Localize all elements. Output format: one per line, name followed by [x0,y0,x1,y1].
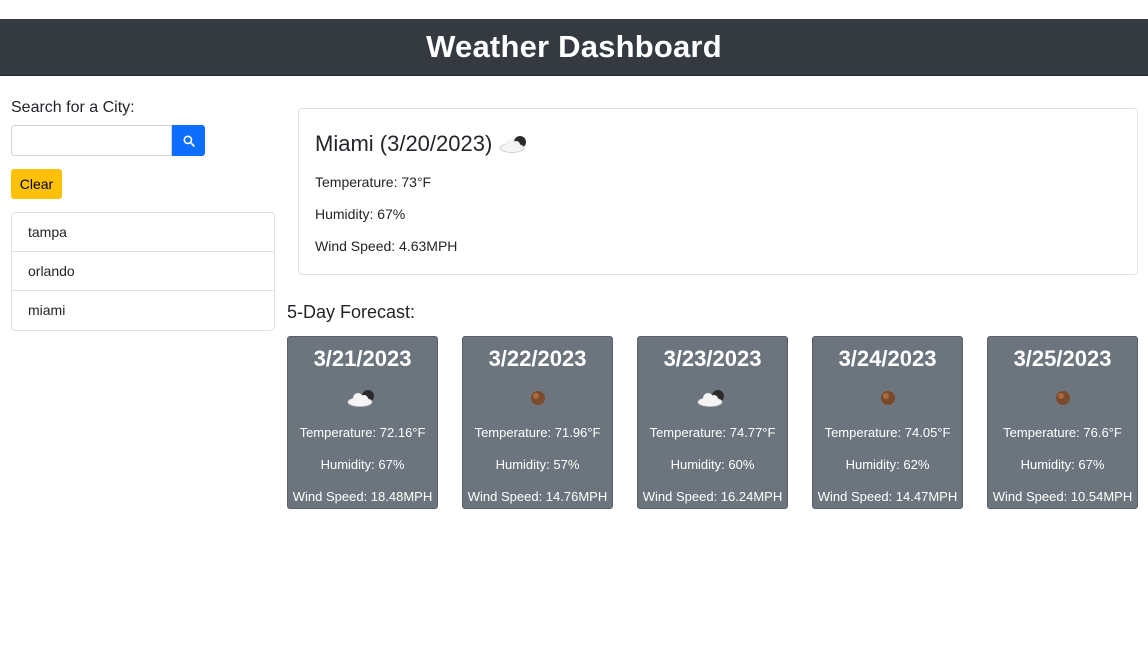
ball-icon [530,391,545,405]
search-button[interactable] [172,125,205,156]
forecast-card: 3/22/2023 Temperature: 71.96°F Humidity:… [462,336,613,509]
forecast-humidity: Humidity: 57% [495,457,580,472]
search-label: Search for a City: [11,99,135,116]
ball-icon [1055,391,1070,405]
forecast-wind-speed: Wind Speed: 14.76MPH [467,489,608,504]
forecast-wind-speed: Wind Speed: 14.47MPH [817,489,958,504]
history-item-orlando[interactable]: orlando [12,252,274,291]
current-weather-card: Miami (3/20/2023) Temperature: 73°F Humi… [298,108,1138,275]
sidebar: Search for a City: Clear tampa orlando m… [11,97,275,331]
history-item-tampa[interactable]: tampa [12,213,274,252]
current-humidity: Humidity: 67% [315,206,406,222]
forecast-date: 3/25/2023 [1013,346,1112,371]
forecast-temperature: Temperature: 74.77°F [649,425,776,440]
forecast-humidity: Humidity: 60% [670,457,755,472]
page-title: Weather Dashboard [426,29,722,64]
forecast-date: 3/23/2023 [663,346,762,371]
clear-button[interactable]: Clear [11,169,62,199]
forecast-humidity: Humidity: 62% [845,457,930,472]
current-city-title: Miami (3/20/2023) [315,131,493,156]
ball-icon [880,391,895,405]
current-temperature: Temperature: 73°F [315,174,432,190]
forecast-temperature: Temperature: 72.16°F [299,425,426,440]
forecast-row: 3/21/2023 Temperature: 72.16°F Humidity:… [287,336,1139,510]
forecast-temperature: Temperature: 76.6°F [1003,425,1122,440]
forecast-heading: 5-Day Forecast: [287,302,416,322]
forecast-card: 3/25/2023 Temperature: 76.6°F Humidity: … [987,336,1138,509]
forecast-humidity: Humidity: 67% [320,457,405,472]
forecast-date: 3/22/2023 [488,346,587,371]
forecast-card: 3/24/2023 Temperature: 74.05°F Humidity:… [812,336,963,509]
cloud-icon [499,136,527,153]
search-row [11,125,275,156]
forecast-card: 3/23/2023 Temperature: 74.77°F Humidity:… [637,336,788,509]
city-search-input[interactable] [11,125,172,156]
current-weather-title-row: Miami (3/20/2023) [315,129,1121,159]
cloud-icon [697,390,724,407]
current-wind-speed: Wind Speed: 4.63MPH [315,238,458,254]
cloud-icon [347,390,374,407]
search-history-list: tampa orlando miami [11,212,275,331]
page-header: Weather Dashboard [0,19,1148,76]
forecast-date: 3/24/2023 [838,346,937,371]
forecast-temperature: Temperature: 74.05°F [824,425,951,440]
forecast-wind-speed: Wind Speed: 18.48MPH [292,489,433,504]
forecast-temperature: Temperature: 71.96°F [474,425,601,440]
forecast-wind-speed: Wind Speed: 16.24MPH [642,489,783,504]
history-item-miami[interactable]: miami [12,291,274,330]
forecast-wind-speed: Wind Speed: 10.54MPH [992,489,1133,504]
search-icon [182,134,195,147]
forecast-card: 3/21/2023 Temperature: 72.16°F Humidity:… [287,336,438,509]
forecast-date: 3/21/2023 [313,346,412,371]
forecast-humidity: Humidity: 67% [1020,457,1105,472]
